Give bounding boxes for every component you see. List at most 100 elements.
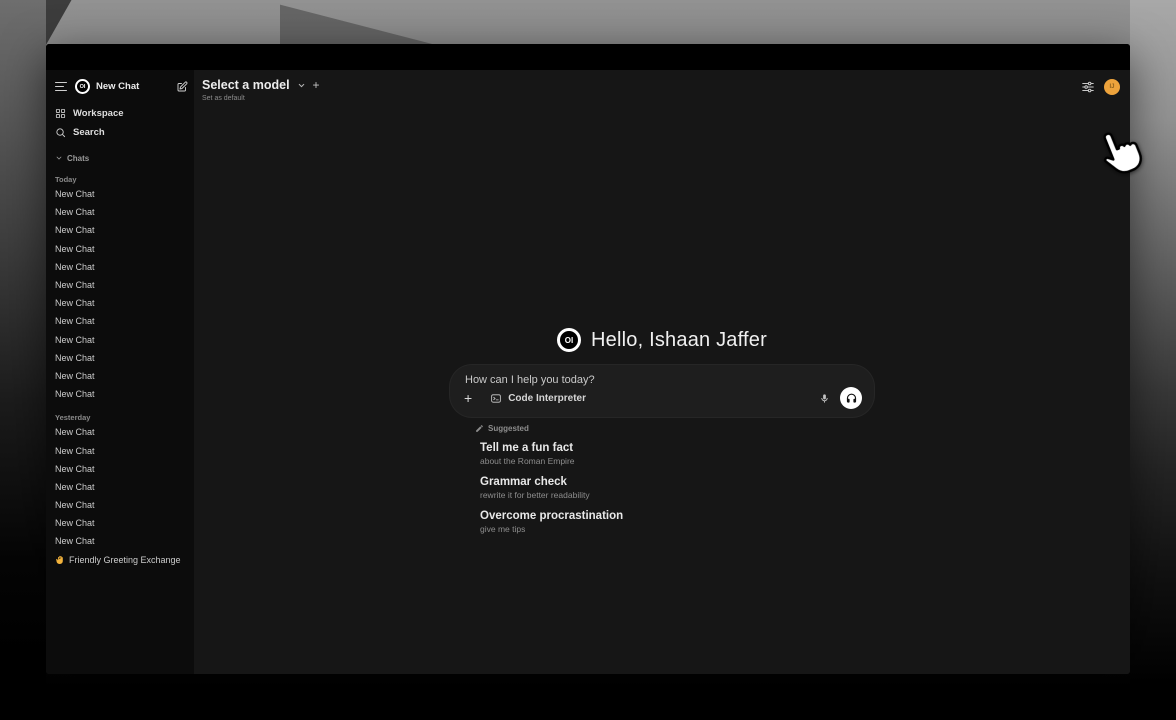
app-window: OI New Chat Workspace [46,44,1130,674]
chats-section-label: Chats [67,154,89,163]
sidebar-title: New Chat [96,81,139,92]
screen: OI New Chat Workspace [0,0,1176,720]
message-input[interactable]: How can I help you today? [462,374,862,386]
chat-list-item[interactable]: New Chat [55,385,188,403]
chat-list-item[interactable]: New Chat [55,532,188,550]
microphone-icon[interactable] [819,392,830,405]
chat-list-item[interactable]: New Chat [55,367,188,385]
chat-list-item[interactable]: New Chat [55,258,188,276]
letterbox-bar [0,690,1176,720]
attach-plus-button[interactable]: + [462,392,474,404]
new-chat-edit-icon[interactable] [176,81,188,93]
chat-item-label: New Chat [55,389,95,399]
header-actions: IJ [1081,79,1120,95]
wave-hand-icon [55,555,65,565]
suggested-prompt-subtitle: give me tips [480,524,874,534]
chat-item-label: New Chat [55,280,95,290]
suggested-prompt[interactable]: Overcome procrastinationgive me tips [480,510,874,534]
chat-list-item[interactable]: New Chat [55,331,188,349]
code-interpreter-label: Code Interpreter [508,393,586,404]
chat-list-item[interactable]: New Chat [55,423,188,441]
set-default-link[interactable]: Set as default [202,95,320,102]
workspace-grid-icon [55,108,66,119]
suggested-prompt-subtitle: rewrite it for better readability [480,490,874,500]
chat-list-item[interactable]: New Chat [55,203,188,221]
sidebar-item-label: Search [73,127,105,138]
chat-list-item[interactable]: New Chat [55,460,188,478]
user-avatar[interactable]: IJ [1104,79,1120,95]
chat-list-item[interactable]: New Chat [55,349,188,367]
chat-list-item[interactable]: New Chat [55,496,188,514]
suggested-items: Tell me a fun factabout the Roman Empire… [480,442,874,534]
add-model-button[interactable]: + [313,80,320,90]
settings-sliders-icon[interactable] [1081,80,1095,94]
chat-list-item[interactable]: New Chat [55,514,188,532]
voice-call-button[interactable] [840,387,862,409]
headphones-icon [845,392,858,405]
sidebar-item-search[interactable]: Search [55,123,188,142]
window-titlebar [46,44,1130,70]
chat-list-item[interactable]: New Chat [55,441,188,459]
suggested-header: Suggested [475,424,874,433]
chat-item-label: New Chat [55,536,95,546]
welcome-area: OI Hello, Ishaan Jaffer How can I help y… [450,328,874,544]
model-selector-area: Select a model + Set as default [202,78,320,102]
chat-group-label: Yesterday [55,411,188,423]
chat-group-label: Today [55,173,188,185]
app-logo: OI [557,328,581,352]
chat-item-label: New Chat [55,464,95,474]
wallpaper-facet [0,0,46,720]
chat-item-label: New Chat [55,371,95,381]
chats-section-toggle[interactable]: Chats [55,151,188,165]
chat-list-item[interactable]: New Chat [55,312,188,330]
chat-item-label: New Chat [55,298,95,308]
chat-list-item[interactable]: New Chat [55,294,188,312]
chat-item-label: New Chat [55,189,95,199]
chat-list-item[interactable]: Friendly Greeting Exchange [55,551,188,569]
chat-item-label: New Chat [55,335,95,345]
chat-item-label: New Chat [55,244,95,254]
chat-list-item[interactable]: New Chat [55,185,188,203]
chat-item-label: New Chat [55,518,95,528]
chevron-down-icon[interactable] [297,81,306,90]
suggested-prompt-title: Overcome procrastination [480,510,874,523]
search-icon [55,127,66,138]
wallpaper-facet [1130,0,1176,720]
sidebar-toggle-icon[interactable] [55,82,67,92]
sidebar-item-workspace[interactable]: Workspace [55,104,188,123]
suggested-prompt-subtitle: about the Roman Empire [480,456,874,466]
pencil-icon [475,424,484,433]
app-logo: OI [75,79,90,94]
message-composer[interactable]: How can I help you today? + Code Interpr… [450,365,874,417]
chat-item-label: Friendly Greeting Exchange [69,555,181,565]
suggested-prompt-title: Tell me a fun fact [480,442,874,455]
chat-item-label: New Chat [55,446,95,456]
suggested-label: Suggested [488,424,529,433]
chat-list: Today New Chat New Chat New Chat New Chat New… [55,173,188,569]
greeting-row: OI Hello, Ishaan Jaffer [450,328,874,352]
command-line-icon [490,393,502,404]
chat-list-item[interactable]: New Chat [55,478,188,496]
main-panel: Select a model + Set as default [194,70,1130,674]
suggested-prompt-title: Grammar check [480,476,874,489]
suggested-section: Suggested Tell me a fun factabout the Ro… [450,424,874,534]
chat-item-label: New Chat [55,353,95,363]
chat-item-label: New Chat [55,262,95,272]
chat-item-label: New Chat [55,427,95,437]
sidebar: OI New Chat Workspace [46,70,194,674]
suggested-prompt[interactable]: Tell me a fun factabout the Roman Empire [480,442,874,466]
chat-item-label: New Chat [55,225,95,235]
chat-list-item[interactable]: New Chat [55,240,188,258]
sidebar-item-label: Workspace [73,108,124,119]
chat-item-label: New Chat [55,316,95,326]
chat-list-item[interactable]: New Chat [55,221,188,239]
model-selector[interactable]: Select a model [202,78,290,92]
code-interpreter-toggle[interactable]: Code Interpreter [490,393,586,404]
chat-item-label: New Chat [55,500,95,510]
suggested-prompt[interactable]: Grammar checkrewrite it for better reada… [480,476,874,500]
chat-list-item[interactable]: New Chat [55,276,188,294]
chevron-down-icon [55,154,63,162]
greeting-text: Hello, Ishaan Jaffer [591,329,767,352]
chat-item-label: New Chat [55,207,95,217]
sidebar-header: OI New Chat [55,78,188,95]
